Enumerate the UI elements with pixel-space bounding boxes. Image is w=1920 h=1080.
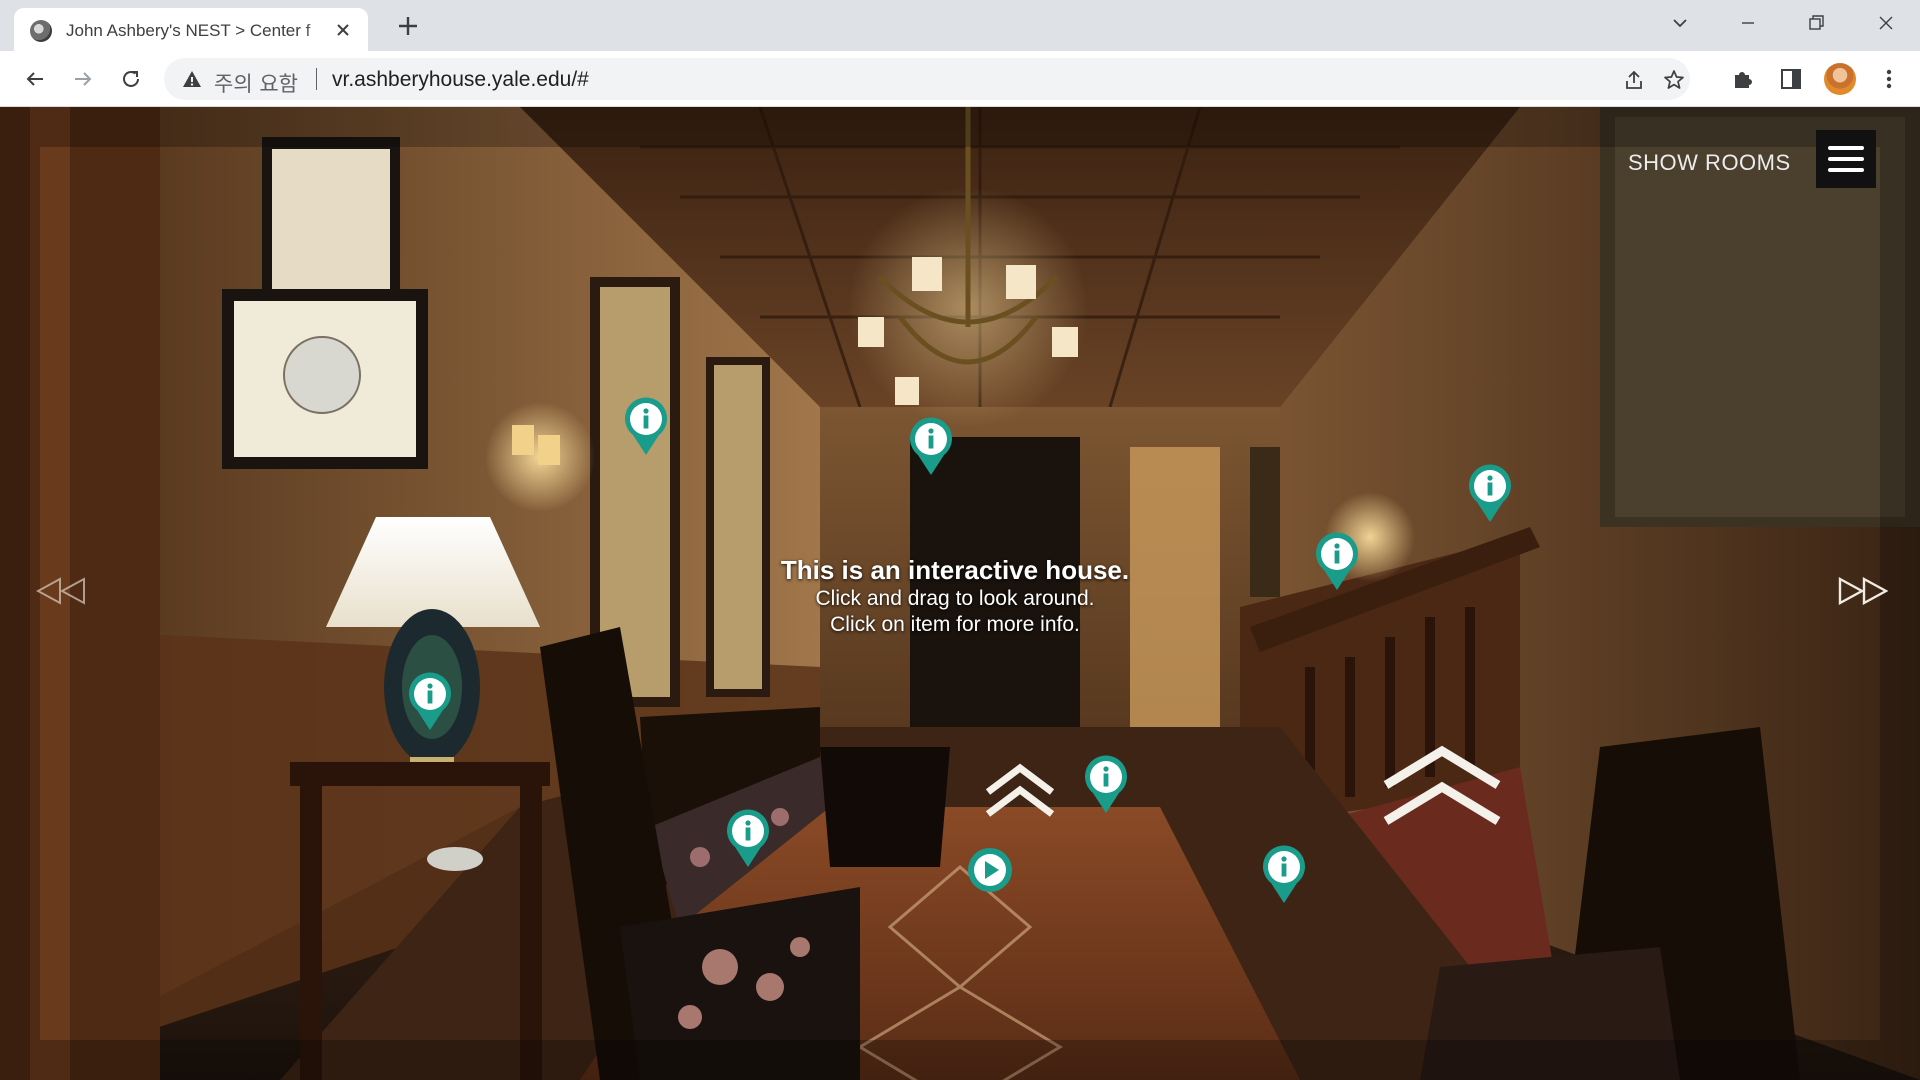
info-hotspot-icon[interactable] xyxy=(725,809,771,869)
tab-title: John Ashbery's NEST > Center f xyxy=(66,21,311,40)
next-room-icon[interactable] xyxy=(1838,577,1888,605)
browser-tab[interactable]: John Ashbery's NEST > Center f xyxy=(14,8,368,51)
tab-close-icon[interactable] xyxy=(332,19,354,41)
more-menu-icon[interactable] xyxy=(1876,66,1902,92)
video-play-hotspot-icon[interactable] xyxy=(967,840,1013,900)
reload-icon xyxy=(123,70,139,87)
forward-button[interactable] xyxy=(68,64,98,94)
show-rooms-button[interactable]: SHOW ROOMS xyxy=(1628,150,1791,176)
info-hotspot-icon[interactable] xyxy=(1467,464,1513,524)
intro-instruction-click: Click on item for more info. xyxy=(830,613,1080,636)
extensions-icon[interactable] xyxy=(1730,66,1756,92)
restore-icon[interactable] xyxy=(1796,8,1836,38)
info-hotspot-icon[interactable] xyxy=(1314,532,1360,592)
minimize-icon[interactable] xyxy=(1728,8,1768,38)
security-status[interactable]: 주의 요함 xyxy=(214,68,298,98)
url-text[interactable]: vr.ashberyhouse.yale.edu/# xyxy=(332,68,589,92)
menu-bar-icon xyxy=(1828,157,1864,161)
reload-button[interactable] xyxy=(116,64,146,94)
menu-bar-icon xyxy=(1828,168,1864,172)
share-icon[interactable] xyxy=(1622,68,1646,92)
info-hotspot-icon[interactable] xyxy=(623,397,669,457)
tab-strip: John Ashbery's NEST > Center f xyxy=(0,0,1920,51)
side-panel-icon[interactable] xyxy=(1778,66,1804,92)
intro-title: This is an interactive house. xyxy=(780,555,1130,585)
warning-icon[interactable] xyxy=(182,69,202,89)
profile-avatar[interactable] xyxy=(1824,63,1856,95)
close-window-icon[interactable] xyxy=(1866,8,1906,38)
browser-toolbar: 주의 요함 vr.ashberyhouse.yale.edu/# xyxy=(0,51,1920,107)
tab-search-icon[interactable] xyxy=(1660,8,1700,38)
address-bar[interactable]: 주의 요함 vr.ashberyhouse.yale.edu/# xyxy=(164,58,1690,100)
site-favicon-icon xyxy=(30,20,52,42)
move-forward-chevron-icon[interactable] xyxy=(984,762,1056,818)
new-tab-icon[interactable] xyxy=(394,12,422,40)
move-upstairs-chevron-icon[interactable] xyxy=(1380,743,1504,827)
info-hotspot-icon[interactable] xyxy=(1083,755,1129,815)
info-hotspot-icon[interactable] xyxy=(407,672,453,732)
address-divider xyxy=(316,68,317,90)
info-hotspot-icon[interactable] xyxy=(908,417,954,477)
panorama-viewer[interactable]: SHOW ROOMS This is an interactive house.… xyxy=(0,107,1920,1080)
intro-overlay: This is an interactive house. Click and … xyxy=(740,554,1170,638)
previous-room-icon[interactable] xyxy=(36,577,86,605)
intro-instruction-drag: Click and drag to look around. xyxy=(815,587,1095,610)
forward-arrow-icon xyxy=(75,72,92,86)
bookmark-star-icon[interactable] xyxy=(1662,68,1686,92)
back-arrow-icon xyxy=(26,72,43,86)
info-hotspot-icon[interactable] xyxy=(1261,845,1307,905)
back-button[interactable] xyxy=(20,64,50,94)
menu-bar-icon xyxy=(1828,146,1864,150)
hamburger-menu-button[interactable] xyxy=(1816,130,1876,188)
